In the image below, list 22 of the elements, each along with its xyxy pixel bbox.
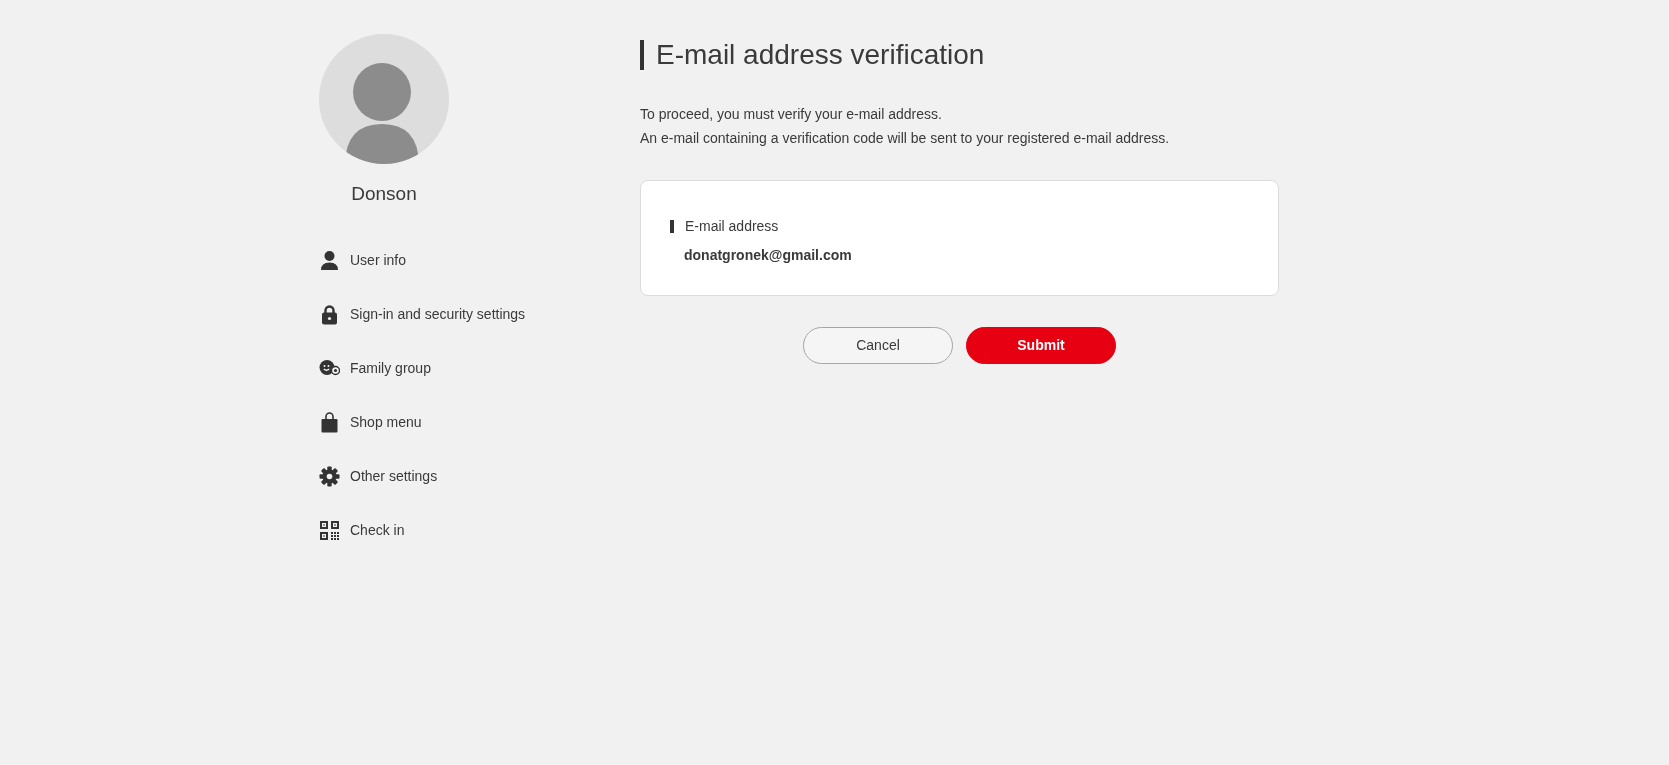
label-accent-bar bbox=[670, 219, 674, 233]
menu-link[interactable]: User info bbox=[350, 249, 407, 271]
avatar-icon bbox=[319, 34, 449, 164]
menu-link[interactable]: Shop menu bbox=[350, 411, 422, 433]
menu-link[interactable]: Check in bbox=[350, 519, 405, 541]
cancel-button[interactable]: Cancel bbox=[803, 327, 953, 364]
menu-link[interactable]: Sign-in and security settings bbox=[350, 303, 526, 325]
menu-link[interactable]: Other settings bbox=[350, 465, 438, 487]
menu-link[interactable]: Family group bbox=[350, 357, 431, 379]
settings-icon bbox=[319, 465, 340, 487]
submit-button[interactable]: Submit bbox=[966, 327, 1116, 364]
page-title: E-mail address verification bbox=[656, 38, 985, 72]
title-accent-bar bbox=[640, 40, 644, 70]
user-name: Donson bbox=[351, 182, 417, 206]
email-value: donatgronek@gmail.com bbox=[683, 246, 853, 265]
instruction-text: To proceed, you must verify your e-mail address. bbox=[640, 105, 943, 124]
qr-code-icon bbox=[319, 519, 340, 541]
shopping-bag-icon bbox=[319, 411, 340, 433]
instruction-text: An e-mail containing a verification code will be sent to your registered e-mail address. bbox=[640, 129, 1171, 148]
email-label: E-mail address bbox=[685, 217, 779, 236]
person-icon bbox=[319, 249, 340, 271]
lock-icon bbox=[319, 303, 340, 325]
